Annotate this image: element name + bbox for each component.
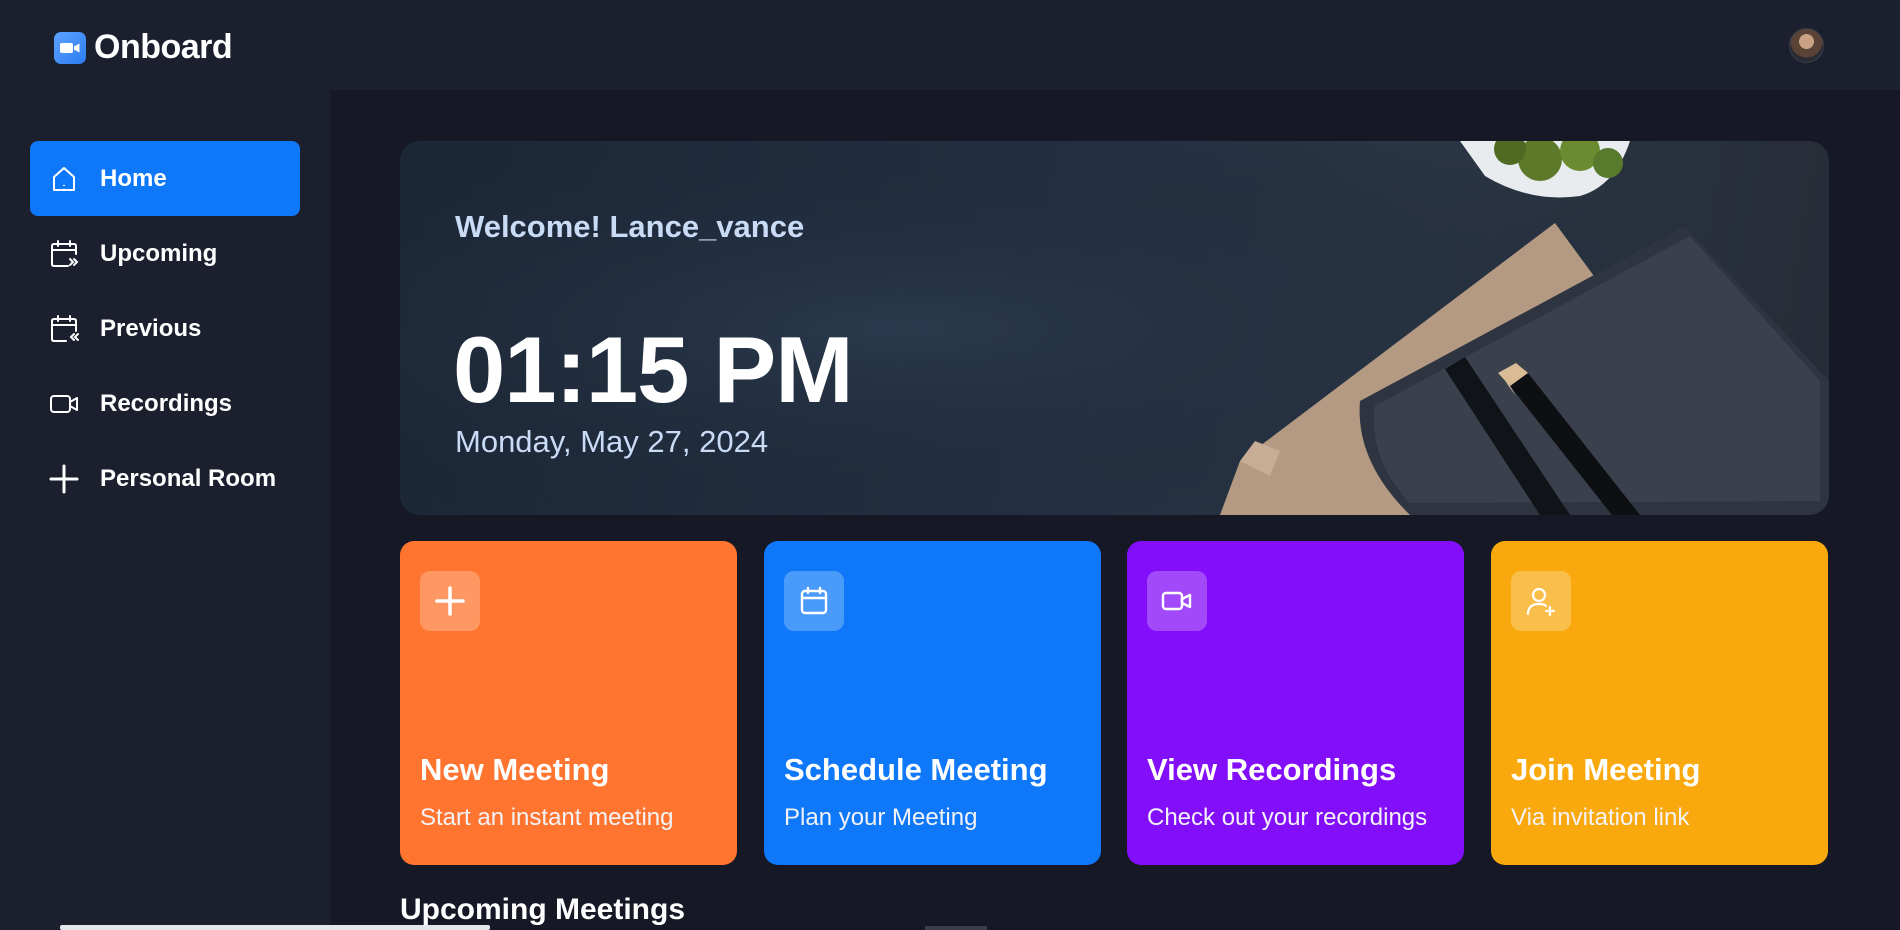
card-subtitle: Start an instant meeting: [420, 804, 674, 831]
sidebar-item-label: Recordings: [100, 389, 233, 417]
card-title: Join Meeting: [1511, 752, 1701, 787]
plus-icon: [48, 463, 80, 495]
sidebar-item-label: Home: [100, 164, 167, 192]
brand-logo-link[interactable]: Onboard: [54, 28, 233, 67]
sidebar-item-label: Personal Room: [100, 464, 277, 492]
sidebar-item-label: Upcoming: [100, 239, 218, 267]
card-title: Schedule Meeting: [784, 752, 1048, 787]
sidebar-item-upcoming[interactable]: Upcoming: [30, 216, 300, 291]
card-title: New Meeting: [420, 752, 610, 787]
card-subtitle: Via invitation link: [1511, 804, 1690, 831]
current-time: 01:15 PM: [453, 317, 854, 422]
video-camera-icon: [1147, 571, 1207, 631]
sidebar-item-home[interactable]: Home: [30, 141, 300, 216]
new-meeting-card[interactable]: New Meeting Start an instant meeting: [400, 541, 737, 865]
view-recordings-card[interactable]: View Recordings Check out your recording…: [1127, 541, 1464, 865]
user-avatar-icon[interactable]: [1789, 28, 1824, 63]
add-user-icon: [1511, 571, 1571, 631]
sidebar-item-personal-room[interactable]: Personal Room: [30, 441, 300, 516]
calendar-upcoming-icon: [48, 238, 80, 270]
top-navbar: Onboard: [0, 0, 1900, 90]
card-title: View Recordings: [1147, 752, 1397, 787]
video-camera-logo-icon: [54, 31, 86, 64]
calendar-previous-icon: [48, 313, 80, 345]
app-name: Onboard: [94, 28, 233, 66]
sidebar-item-previous[interactable]: Previous: [30, 291, 300, 366]
card-subtitle: Plan your Meeting: [784, 804, 978, 831]
welcome-message: Welcome! Lance_vance: [455, 209, 805, 244]
plus-icon: [420, 571, 480, 631]
scrollbar-marker: [925, 926, 987, 930]
sidebar: Home Upcoming Previous Recordings Person…: [0, 90, 330, 930]
home-icon: [48, 163, 80, 195]
card-subtitle: Check out your recordings: [1147, 804, 1428, 831]
join-meeting-card[interactable]: Join Meeting Via invitation link: [1491, 541, 1828, 865]
schedule-meeting-card[interactable]: Schedule Meeting Plan your Meeting: [764, 541, 1101, 865]
current-date: Monday, May 27, 2024: [455, 424, 769, 459]
calendar-icon: [784, 571, 844, 631]
upcoming-meetings-heading: Upcoming Meetings: [400, 893, 686, 926]
sidebar-item-recordings[interactable]: Recordings: [30, 366, 300, 441]
hero-banner: Welcome! Lance_vance 01:15 PM Monday, Ma…: [400, 141, 1829, 515]
sidebar-item-label: Previous: [100, 314, 202, 342]
video-camera-icon: [48, 388, 80, 420]
horizontal-scrollbar[interactable]: [60, 925, 490, 930]
